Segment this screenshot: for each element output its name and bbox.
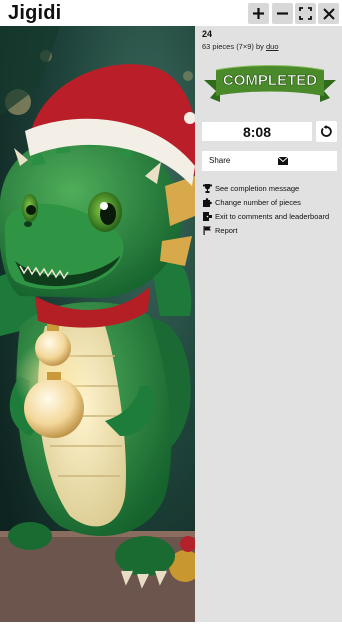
minus-icon — [277, 12, 288, 15]
flag-icon — [202, 225, 212, 235]
action-menu: See completion message Change number of … — [202, 181, 329, 237]
zoom-out-button[interactable] — [272, 3, 293, 24]
fullscreen-button[interactable] — [295, 3, 316, 24]
dragon-picture — [0, 26, 195, 622]
puzzle-piece-icon — [202, 197, 212, 207]
fullscreen-icon — [299, 7, 312, 20]
puzzle-image[interactable] — [0, 26, 195, 622]
puzzle-info: 63 pieces (7×9) by duo — [202, 42, 279, 51]
side-panel: 24 63 pieces (7×9) by duo COMPLETED 8:08… — [195, 26, 342, 622]
share-label: Share — [209, 156, 231, 165]
menu-item-completion-message[interactable]: See completion message — [202, 181, 329, 195]
restart-button[interactable] — [316, 121, 337, 142]
completed-banner: COMPLETED — [204, 65, 336, 102]
menu-item-change-pieces[interactable]: Change number of pieces — [202, 195, 329, 209]
top-bar: Jigidi — [0, 0, 342, 26]
menu-item-label: Report — [215, 225, 238, 235]
piece-count-text: 63 pieces (7×9) by — [202, 42, 266, 51]
author-link[interactable]: duo — [266, 42, 279, 51]
bottom-strip — [0, 622, 342, 640]
trophy-icon — [202, 183, 212, 193]
menu-item-exit-comments[interactable]: Exit to comments and leaderboard — [202, 209, 329, 223]
share-button[interactable]: Share — [202, 151, 337, 171]
timer-display: 8:08 — [202, 122, 312, 141]
app-logo[interactable]: Jigidi — [8, 2, 61, 25]
menu-item-report[interactable]: Report — [202, 223, 329, 237]
envelope-icon — [278, 157, 288, 165]
menu-item-label: Change number of pieces — [215, 197, 301, 207]
close-icon — [322, 7, 335, 20]
zoom-in-button[interactable] — [248, 3, 269, 24]
exit-icon — [202, 211, 212, 221]
plus-icon — [253, 8, 264, 19]
menu-item-label: Exit to comments and leaderboard — [215, 211, 330, 221]
close-button[interactable] — [318, 3, 339, 24]
puzzle-number: 24 — [202, 29, 213, 39]
restart-icon — [320, 125, 332, 137]
menu-item-label: See completion message — [215, 183, 300, 193]
banner-text: COMPLETED — [223, 72, 317, 89]
